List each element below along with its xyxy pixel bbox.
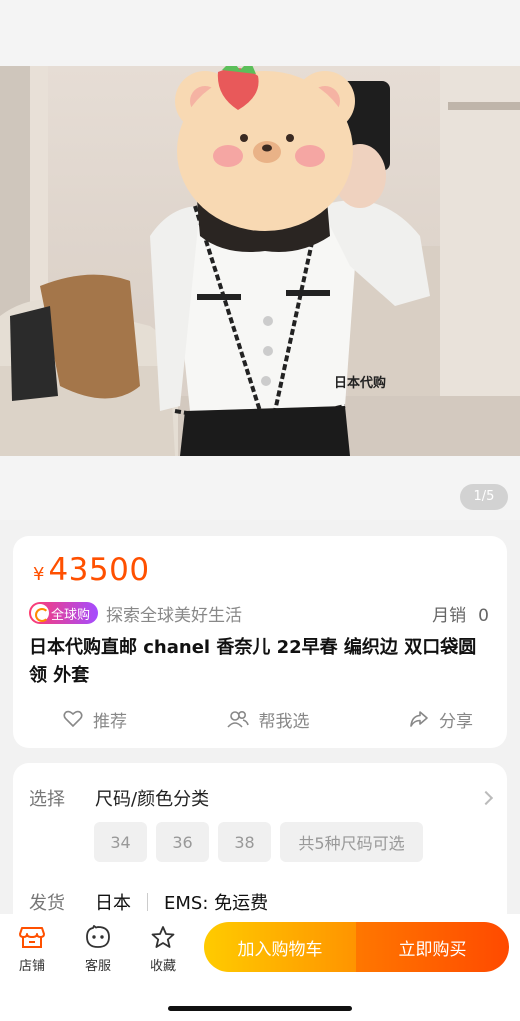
people-icon: [226, 710, 249, 728]
tag-row: 全球购 探索全球美好生活 月销 0: [29, 600, 489, 626]
image-counter: 1/5: [460, 484, 508, 510]
bottom-action-bar: 店铺 客服 收藏 加入购物车 立即购买: [0, 914, 520, 1021]
product-gallery[interactable]: 日本代购 1/5: [0, 0, 520, 520]
ship-method: EMS: 免运费: [164, 893, 269, 914]
monthly-sales: 月销 0: [432, 601, 489, 626]
star-icon: [151, 926, 175, 948]
sales-label: 月销: [432, 605, 467, 626]
badge-label: 全球购: [51, 607, 91, 623]
buy-now-button[interactable]: 立即购买: [356, 922, 509, 972]
customer-service-icon: [86, 925, 110, 948]
size-chips: 34 36 38 共5种尺码可选: [94, 822, 432, 862]
ship-label: 发货: [29, 893, 65, 914]
product-title: 日本代购直邮 chanel 香奈儿 22早春 编织边 双口袋圆领 外套: [29, 637, 477, 686]
shop-button[interactable]: 店铺: [7, 922, 57, 974]
photo-caption: 日本代购: [334, 376, 387, 391]
share-label: 分享: [439, 711, 473, 732]
price: ¥ 43500: [33, 552, 150, 588]
sales-count: 0: [478, 605, 489, 626]
shop-label: 店铺: [18, 959, 45, 974]
service-label: 客服: [84, 959, 111, 974]
help-choose-label: 帮我选: [258, 711, 310, 732]
size-chip[interactable]: 38: [218, 822, 271, 862]
purchase-buttons: 加入购物车 立即购买: [204, 922, 509, 972]
global-buy-badge[interactable]: 全球购: [29, 602, 99, 624]
store-icon: [19, 927, 45, 948]
recommend-button[interactable]: 推荐: [63, 706, 127, 732]
select-value: 尺码/颜色分类: [95, 789, 210, 810]
currency-symbol: ¥: [33, 564, 45, 585]
service-button[interactable]: 客服: [73, 922, 123, 974]
select-spec-row[interactable]: 选择 尺码/颜色分类: [29, 785, 494, 811]
select-label: 选择: [29, 789, 65, 810]
global-buy-icon: [31, 604, 49, 622]
size-chip[interactable]: 34: [94, 822, 147, 862]
options-card: 选择 尺码/颜色分类 34 36 38 共5种尺码可选 发货 日本 EMS: 免…: [13, 763, 507, 933]
share-icon: [410, 711, 428, 727]
size-chip[interactable]: 36: [156, 822, 209, 862]
product-info-card: ¥ 43500 全球购 探索全球美好生活 月销 0 日本代购直邮 chanel 香…: [13, 536, 507, 748]
shipping-row: 发货 日本 EMS: 免运费: [29, 889, 268, 915]
action-row: 推荐 帮我选 分享: [13, 706, 507, 732]
heart-icon: [63, 710, 83, 728]
slogan: 探索全球美好生活: [106, 605, 243, 626]
chevron-right-icon: [478, 790, 494, 806]
recommend-label: 推荐: [93, 711, 127, 732]
divider: [147, 893, 148, 911]
product-photo[interactable]: 日本代购: [0, 66, 520, 456]
price-value: 43500: [48, 552, 150, 588]
add-to-cart-button[interactable]: 加入购物车: [204, 922, 356, 972]
favorite-label: 收藏: [149, 959, 176, 974]
favorite-button[interactable]: 收藏: [138, 922, 188, 974]
home-indicator: [168, 1006, 352, 1011]
share-button[interactable]: 分享: [409, 706, 473, 732]
sizes-more-chip[interactable]: 共5种尺码可选: [280, 822, 423, 862]
ship-from: 日本: [95, 893, 131, 914]
help-choose-button[interactable]: 帮我选: [226, 706, 310, 732]
product-photo-illustration: [0, 66, 520, 456]
